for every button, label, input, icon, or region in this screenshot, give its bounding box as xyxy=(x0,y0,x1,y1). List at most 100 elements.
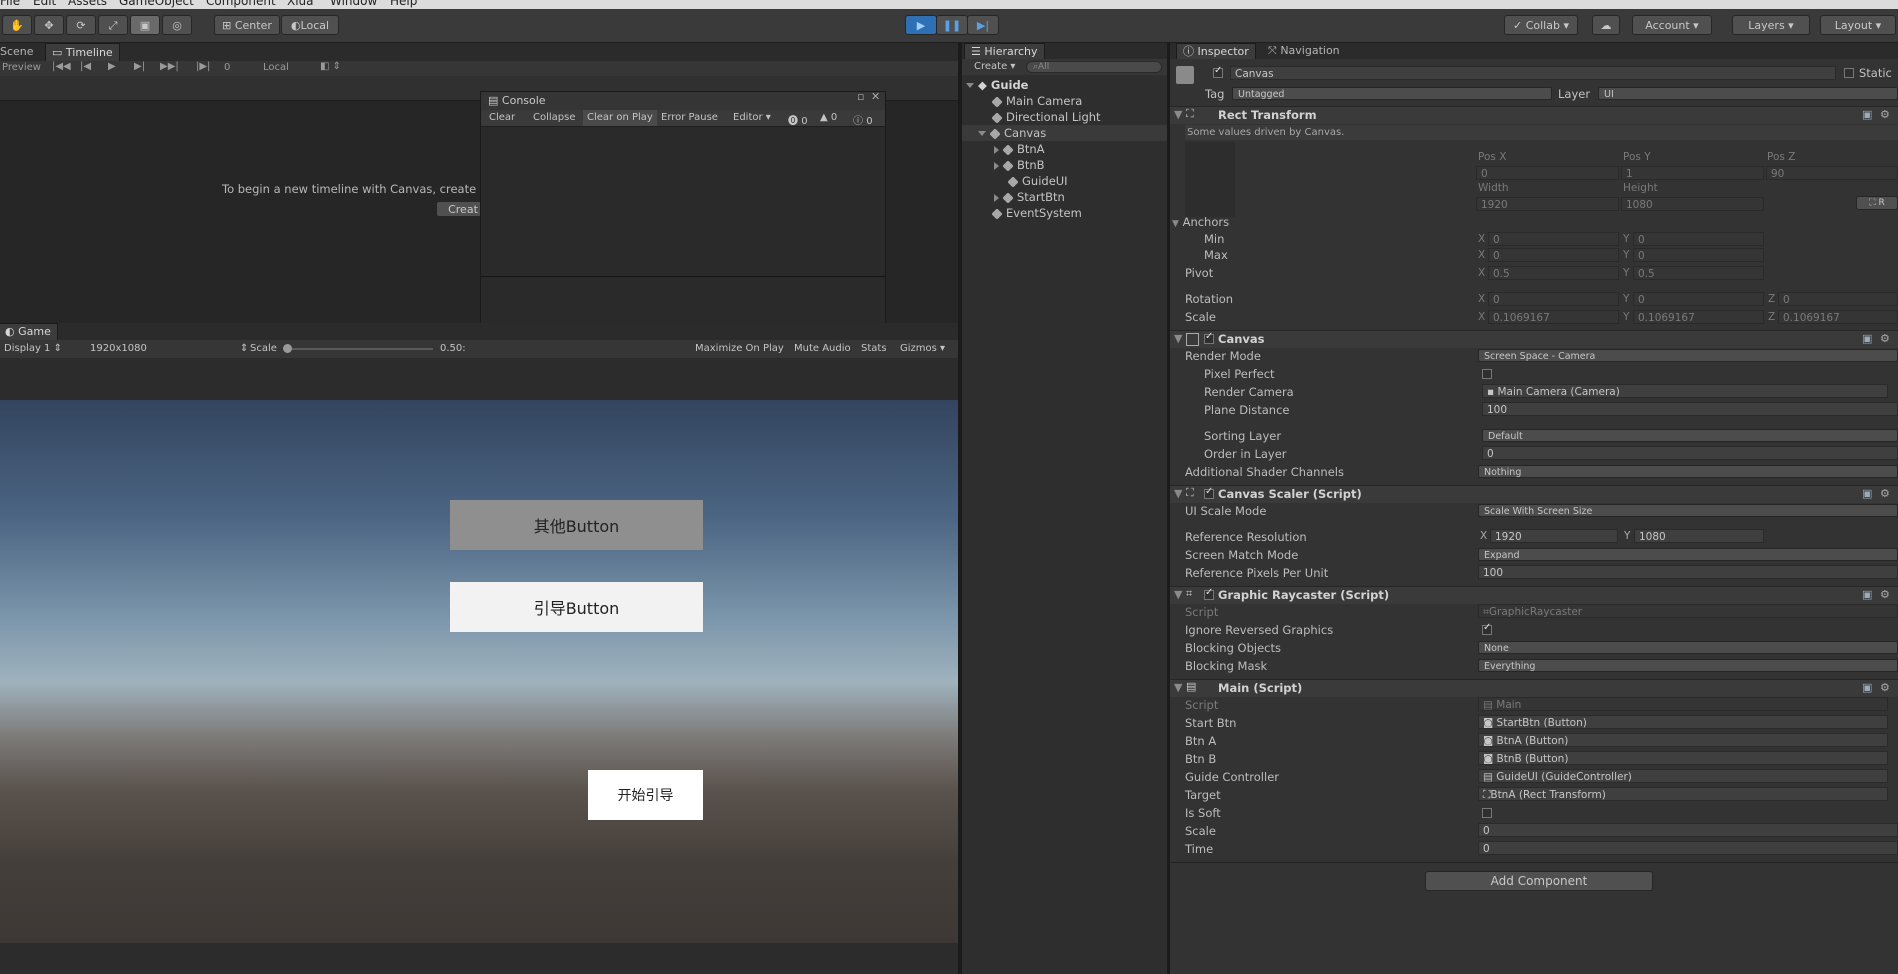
collapse-arrow-icon[interactable]: ▼ xyxy=(1174,681,1182,694)
start-guide-button[interactable]: 开始引导 xyxy=(588,770,703,820)
close-icon[interactable]: ✕ xyxy=(871,90,880,103)
console-clear-button[interactable]: Clear xyxy=(489,112,515,123)
hierarchy-item-directional-light[interactable]: Directional Light xyxy=(962,109,1198,125)
graphic-raycaster-header[interactable]: ▼ ⌗ Graphic Raycaster (Script) ▣ ⚙ xyxy=(1170,586,1898,604)
sorting-layer-dropdown[interactable]: Default xyxy=(1482,429,1898,442)
is-soft-checkbox[interactable] xyxy=(1482,808,1492,818)
menu-xlua[interactable]: Xlua xyxy=(287,0,314,8)
rotate-tool-icon[interactable]: ⟳ xyxy=(66,15,96,35)
raycaster-enabled-checkbox[interactable] xyxy=(1204,587,1214,600)
collapse-arrow-icon[interactable]: ▼ xyxy=(1174,332,1182,345)
prev-frame-icon[interactable]: |◀ xyxy=(80,61,91,72)
help-icon[interactable]: ▣ xyxy=(1862,332,1872,345)
expand-scene-icon[interactable] xyxy=(966,83,974,88)
display-dropdown[interactable]: Display 1 ⇕ xyxy=(4,343,62,354)
help-icon[interactable]: ▣ xyxy=(1862,588,1872,601)
shader-channels-dropdown[interactable]: Nothing xyxy=(1478,465,1898,478)
hierarchy-item-startbtn[interactable]: StartBtn xyxy=(962,189,1200,205)
blocking-objects-dropdown[interactable]: None xyxy=(1478,641,1898,654)
hierarchy-item-btna[interactable]: BtnA xyxy=(962,141,1200,157)
scale-x-field[interactable]: 0.1069167 xyxy=(1488,310,1619,324)
max-y-field[interactable]: 0 xyxy=(1633,248,1764,262)
hierarchy-search-input[interactable]: ⌕All xyxy=(1026,61,1162,73)
preview-button[interactable]: Preview xyxy=(2,62,41,73)
layers-dropdown[interactable]: Layers ▾ xyxy=(1732,15,1810,35)
stats-toggle[interactable]: Stats xyxy=(861,343,887,354)
reference-ppu-field[interactable]: 100 xyxy=(1478,565,1898,579)
ui-scale-mode-dropdown[interactable]: Scale With Screen Size xyxy=(1478,504,1898,517)
menu-window[interactable]: Window xyxy=(330,0,377,8)
menu-help[interactable]: Help xyxy=(390,0,417,8)
scale-y-field[interactable]: 0.1069167 xyxy=(1633,310,1764,324)
canvas-component-header[interactable]: ▼ Canvas ▣ ⚙ xyxy=(1170,330,1898,348)
reference-resolution-y-field[interactable]: 1080 xyxy=(1634,529,1764,543)
resolution-dropdown[interactable]: 1920x1080 xyxy=(90,343,147,354)
hierarchy-item-btnb[interactable]: BtnB xyxy=(962,157,1200,173)
pixel-perfect-checkbox[interactable] xyxy=(1482,369,1492,379)
menu-gameobject[interactable]: GameObject xyxy=(119,0,194,8)
help-icon[interactable]: ▣ xyxy=(1862,108,1872,121)
step-button[interactable]: ▶| xyxy=(967,15,999,35)
transform-tool-icon[interactable]: ◎ xyxy=(162,15,192,35)
tab-timeline[interactable]: ▭ Timeline xyxy=(45,43,120,62)
target-field[interactable]: ⛶BtnA (Rect Transform) xyxy=(1478,787,1888,801)
rect-transform-header[interactable]: ▼ ⛶ Rect Transform ▣ ⚙ xyxy=(1170,106,1898,124)
pos-x-field[interactable]: 0 xyxy=(1476,166,1619,180)
time-field[interactable]: 0 xyxy=(1478,841,1898,855)
hierarchy-create-dropdown[interactable]: Create ▾ xyxy=(974,61,1015,72)
tab-inspector[interactable]: ⓘ Inspector xyxy=(1176,43,1256,59)
component-settings-icon[interactable]: ⚙ xyxy=(1880,108,1890,121)
frame-field[interactable]: 0 xyxy=(224,62,230,73)
hierarchy-item-main-camera[interactable]: Main Camera xyxy=(962,93,1198,109)
object-name-field[interactable]: Canvas xyxy=(1230,66,1836,80)
console-message-count[interactable]: ⓘ 0 xyxy=(853,112,873,127)
pivot-x-field[interactable]: 0.5 xyxy=(1488,266,1619,280)
tab-hierarchy[interactable]: ☰ Hierarchy xyxy=(964,43,1045,59)
first-frame-icon[interactable]: |◀◀ xyxy=(52,61,71,72)
scale-tool-icon[interactable]: ⤢ xyxy=(98,15,128,35)
hierarchy-item-eventsystem[interactable]: EventSystem xyxy=(962,205,1198,221)
pos-z-field[interactable]: 90 xyxy=(1766,166,1898,180)
start-btn-field[interactable]: ◙ StartBtn (Button) xyxy=(1478,715,1888,729)
render-camera-field[interactable]: ▪ Main Camera (Camera) xyxy=(1482,384,1888,398)
move-tool-icon[interactable]: ✥ xyxy=(34,15,64,35)
active-checkbox[interactable] xyxy=(1213,65,1223,78)
expand-startbtn-icon[interactable] xyxy=(994,193,999,202)
pivot-center-toggle[interactable]: ⊞ Center xyxy=(214,15,280,35)
render-mode-dropdown[interactable]: Screen Space - Camera xyxy=(1478,349,1898,362)
layer-dropdown[interactable]: UI xyxy=(1598,87,1898,100)
main-scale-field[interactable]: 0 xyxy=(1478,823,1898,837)
collapse-arrow-icon[interactable]: ▼ xyxy=(1174,108,1182,121)
plane-distance-field[interactable]: 100 xyxy=(1482,402,1898,416)
rotation-x-field[interactable]: 0 xyxy=(1488,292,1619,306)
hierarchy-item-canvas[interactable]: Canvas xyxy=(962,125,1184,141)
play-timeline-icon[interactable]: ▶ xyxy=(108,61,116,72)
console-error-pause-button[interactable]: Error Pause xyxy=(661,112,718,123)
help-icon[interactable]: ▣ xyxy=(1862,681,1872,694)
other-button[interactable]: 其他Button xyxy=(450,500,703,550)
maximize-on-play-toggle[interactable]: Maximize On Play xyxy=(695,343,784,354)
anchor-presets-icon[interactable] xyxy=(1185,142,1235,217)
expand-btnb-icon[interactable] xyxy=(994,161,999,170)
screen-match-mode-dropdown[interactable]: Expand xyxy=(1478,548,1898,561)
account-dropdown[interactable]: Account ▾ xyxy=(1632,15,1712,35)
order-in-layer-field[interactable]: 0 xyxy=(1482,446,1898,460)
width-field[interactable]: 1920 xyxy=(1476,197,1619,211)
ignore-reversed-checkbox[interactable] xyxy=(1482,622,1492,635)
hand-tool-icon[interactable]: ✋ xyxy=(2,15,32,35)
component-settings-icon[interactable]: ⚙ xyxy=(1880,588,1890,601)
height-field[interactable]: 1080 xyxy=(1621,197,1764,211)
pivot-y-field[interactable]: 0.5 xyxy=(1633,266,1764,280)
cloud-icon[interactable]: ☁ xyxy=(1592,15,1620,35)
expand-canvas-icon[interactable] xyxy=(978,131,986,136)
pause-button[interactable]: ❚❚ xyxy=(936,15,968,35)
main-script-header[interactable]: ▼ ▤ Main (Script) ▣ ⚙ xyxy=(1170,679,1898,697)
last-frame-icon[interactable]: ▶▶| xyxy=(160,61,179,72)
component-settings-icon[interactable]: ⚙ xyxy=(1880,332,1890,345)
component-settings-icon[interactable]: ⚙ xyxy=(1880,487,1890,500)
canvas-scaler-header[interactable]: ▼ ⛶ Canvas Scaler (Script) ▣ ⚙ xyxy=(1170,485,1898,503)
layout-dropdown[interactable]: Layout ▾ xyxy=(1820,15,1896,35)
collapse-arrow-icon[interactable]: ▼ xyxy=(1174,588,1182,601)
console-error-count[interactable]: ⓿ 0 xyxy=(788,112,808,127)
canvas-enabled-checkbox[interactable] xyxy=(1204,331,1214,344)
